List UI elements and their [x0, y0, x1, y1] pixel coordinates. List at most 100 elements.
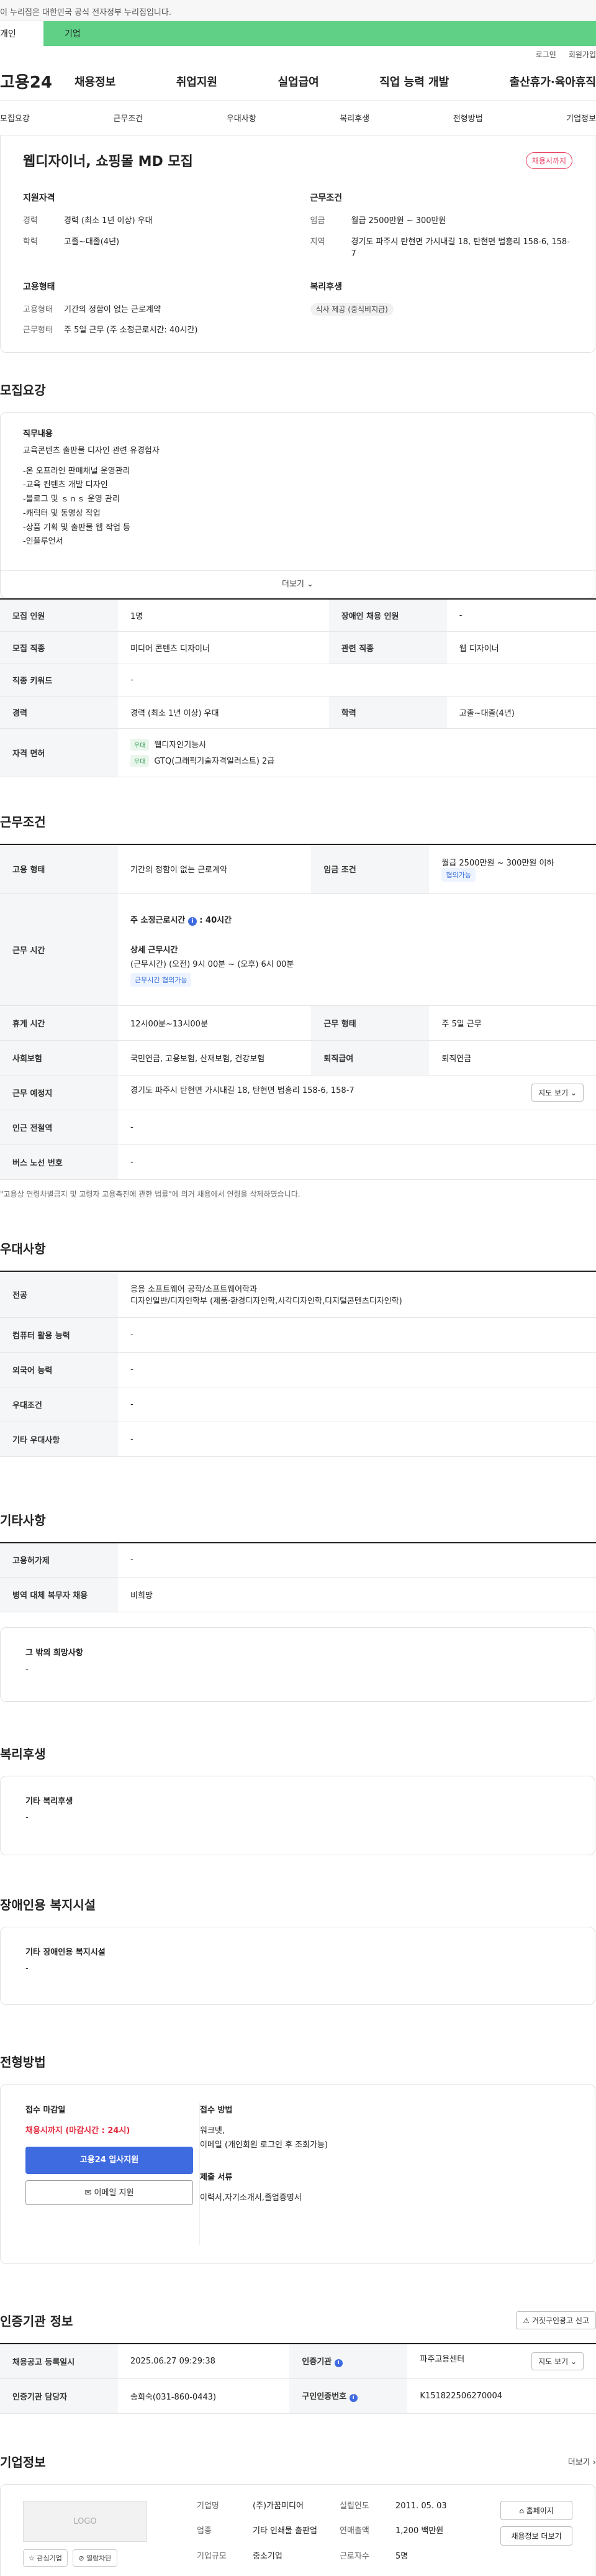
menu-unemployment[interactable]: 실업급여: [278, 73, 319, 89]
menu-training[interactable]: 직업 능력 개발: [379, 73, 449, 89]
num-key: 모집 인원: [0, 598, 118, 632]
pref-heading: 우대사항: [0, 1241, 46, 1256]
site-logo[interactable]: 고용24: [0, 70, 74, 93]
cond-heading: 근무조건: [310, 193, 343, 203]
sub-key: 인근 전철역: [0, 1110, 118, 1145]
redu-value: 고졸~대졸(4년): [446, 696, 596, 729]
menu-leave[interactable]: 출산휴가·육아휴직: [510, 73, 596, 89]
job-summary-card: 웹디자이너, 쇼핑몰 MD 모집 채용시까지 지원자격 경력 경력 (최소 1년 …: [0, 135, 595, 353]
ins-value: 국민연금, 고용보험, 산재보험, 건강보험: [118, 1040, 312, 1076]
info-icon[interactable]: i: [187, 916, 197, 926]
star-icon: ☆: [29, 2554, 35, 2562]
subnav-welfare[interactable]: 복리후생: [340, 112, 369, 124]
block-button[interactable]: ⊘ 열람차단: [73, 2549, 117, 2567]
mail-icon: ✉: [84, 2188, 92, 2198]
homepage-button[interactable]: ⌂ 홈페이지: [500, 2500, 572, 2520]
cond-key: 우대조건: [0, 1387, 118, 1422]
cemp-key: 근로자수: [340, 2551, 369, 2561]
org-map-button[interactable]: 지도 보기 ⌄: [531, 2352, 584, 2370]
hours-value: 주 소정근로시간 i : 40시간 상세 근무시간 (근무시간) (오전) 9시…: [118, 893, 596, 1006]
company-more-link[interactable]: 더보기 ›: [568, 2455, 596, 2467]
wwage-key: 임금 조건: [311, 843, 430, 894]
hours-title: 주 소정근로시간: [130, 915, 186, 925]
job-description: 직무내용 교육콘텐츠 출판물 디자인 관련 유경험자 -온 오프라인 판매채널 …: [0, 412, 595, 598]
map-label: 지도 보기: [538, 1089, 569, 1097]
pref-table: 전공 응용 소프트웨어 공학/소프트웨어학과 디자인일반/디자인학부 (제품·환경디…: [0, 1271, 596, 1457]
subnav-pref[interactable]: 우대사항: [227, 112, 256, 124]
company-heading: 기업정보: [0, 2454, 46, 2470]
mgr-value: 송희숙(031-860-0443): [118, 2378, 290, 2414]
ind-value: 기타 인쇄물 출판업: [253, 2526, 317, 2536]
favorite-button[interactable]: ☆ 관심기업: [23, 2549, 68, 2567]
loc-value: 경기도 파주시 탄현면 가시내길 18, 탄현면 법흥리 158-6, 158-…: [351, 237, 570, 259]
apply-heading: 지원자격: [23, 193, 55, 203]
report-label: 거짓구인광고 신고: [531, 2316, 589, 2325]
join-link[interactable]: 회원가입: [569, 49, 596, 60]
tab-personal-label: 개인: [0, 29, 16, 39]
subnav-process[interactable]: 전형방법: [453, 112, 483, 124]
org-key: 인증기관 i: [289, 2343, 408, 2379]
mil-value: 비희망: [118, 1577, 596, 1612]
kw-value: -: [118, 664, 596, 697]
hope-heading: 그 밖의 희망사항: [25, 1648, 83, 1658]
place-value: 경기도 파주시 탄현면 가시내길 18, 탄현면 법흥리 158-6, 158-…: [118, 1075, 596, 1110]
career-key: 경력: [23, 216, 38, 226]
break-value: 12시00분~13시00분: [118, 1005, 312, 1041]
lic-key: 자격 면허: [0, 728, 118, 777]
map-button[interactable]: 지도 보기 ⌄: [531, 1084, 584, 1102]
login-link[interactable]: 로그인: [536, 49, 556, 60]
email-apply-button[interactable]: ✉ 이메일 지원: [25, 2180, 193, 2205]
age-note: "고용상 연령차별금지 및 고령자 고용촉진에 관한 법률"에 의거 채용에서 …: [0, 1190, 300, 1199]
menu-jobs[interactable]: 채용정보: [74, 73, 115, 89]
size-key: 기업규모: [197, 2551, 227, 2561]
cname-value: (주)가꿈미디어: [253, 2501, 304, 2511]
subnav-work[interactable]: 근무조건: [113, 112, 143, 124]
cert-key: 구인인증번호 i: [289, 2378, 408, 2414]
work-table: 고용 형태 기간의 정함이 없는 근로계약 임금 조건 월급 2500만원 ~ 300…: [0, 843, 596, 1180]
menu-employment-support[interactable]: 취업지원: [176, 73, 217, 89]
gov-banner: 이 누리집은 대한민국 공식 전자정부 누리집입니다.: [0, 0, 596, 21]
rel-value: 웹 디자이너: [446, 631, 596, 664]
tab-personal[interactable]: 개인: [0, 21, 43, 46]
disab-etc-value: -: [25, 1964, 29, 1973]
org-text: 파주고용센터: [420, 2354, 465, 2364]
duty-line: -캐릭터 및 동영상 작업: [23, 508, 101, 518]
year-value: 2011. 05. 03: [395, 2501, 447, 2511]
cemp-value: 5명: [395, 2551, 409, 2561]
duty-line: -블로그 및 ｓｎｓ 운영 관리: [23, 495, 120, 504]
info-icon[interactable]: i: [349, 2394, 358, 2402]
homepage-label: 홈페이지: [526, 2506, 554, 2515]
bus-value: -: [118, 1144, 596, 1180]
disab-box: 기타 장애인용 복지시설 -: [0, 1927, 595, 2005]
detail-title: 상세 근무시간: [130, 945, 178, 955]
info-icon[interactable]: i: [334, 2359, 343, 2368]
work-heading: 근무조건: [0, 814, 46, 829]
tab-business[interactable]: 기업: [43, 27, 81, 40]
cert-value: K151822506270004: [407, 2378, 596, 2414]
size-value: 중소기업: [253, 2551, 282, 2561]
more-button[interactable]: 더보기 ⌄: [1, 570, 595, 598]
subnav-recruit[interactable]: 모집요강: [0, 112, 30, 124]
lic-value: 우대 웹디자인기능사 우대 GTQ(그래픽기술자격일러스트) 2급: [118, 728, 596, 777]
break-key: 휴게 시간: [0, 1005, 118, 1041]
maj-key: 전공: [0, 1271, 118, 1318]
report-button[interactable]: ⚠ 거짓구인광고 신고: [516, 2311, 596, 2329]
reg-key: 채용공고 등록일시: [0, 2343, 118, 2379]
duty-line: 교육콘텐츠 출판물 디자인 관련 유경험자: [23, 445, 160, 455]
permit-value: -: [118, 1541, 596, 1578]
duty-line: -인플루언서: [23, 537, 63, 547]
subnav-company[interactable]: 기업정보: [566, 112, 596, 124]
duty-line: -온 오프라인 판매채널 운영관리: [23, 466, 130, 476]
welfare-etc-heading: 기타 복리후생: [25, 1797, 73, 1806]
wage-tag: 협의가능: [441, 868, 476, 882]
company-jobs-button[interactable]: 채용정보 더보기: [500, 2526, 572, 2546]
rel-key: 관련 직종: [328, 631, 447, 664]
other-heading: 기타사항: [0, 1512, 46, 1528]
job-key: 모집 직종: [0, 631, 118, 664]
method-2: 이메일 (개인회원 로그인 후 조회가능): [200, 2140, 328, 2150]
apply-button[interactable]: 고용24 입사지원: [25, 2147, 193, 2174]
num-value: 1명: [118, 598, 329, 632]
redu-key: 학력: [328, 696, 447, 729]
deadline-badge: 채용시까지: [525, 152, 572, 169]
deadline-heading: 접수 마감일: [25, 2106, 66, 2115]
